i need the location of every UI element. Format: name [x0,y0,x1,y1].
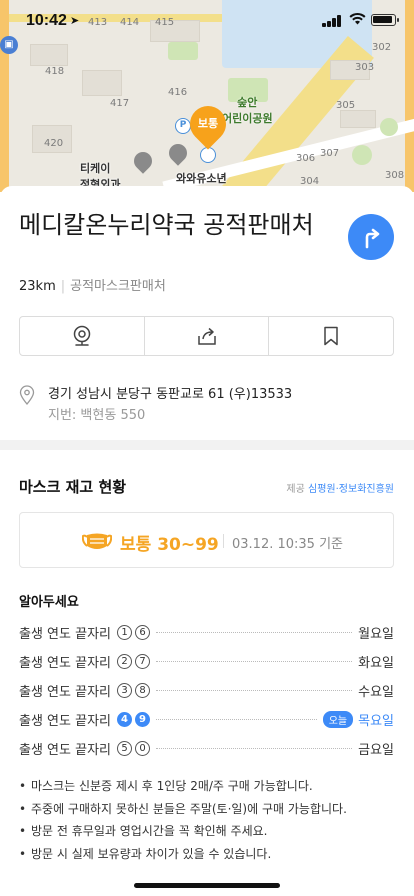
map-green [168,42,198,60]
digit-badge: 6 [135,625,150,640]
dotted-leader [156,661,353,662]
place-meta: 23km | 공적마스크판매처 [19,275,166,294]
home-indicator[interactable] [134,883,280,888]
provider-link[interactable]: 심평원·정보화진흥원 [308,484,394,495]
stock-separator [223,534,224,548]
notice-bullet: 마스크는 신분증 제시 후 1인당 2매/주 구매 가능합니다. [19,775,404,798]
selected-pin-label: 보통 [197,117,219,130]
map-block-number: 307 [320,148,340,159]
map-block [82,70,122,96]
map-block-number: 417 [110,98,130,109]
purchase-day-row: 출생 연도 끝자리 1 6 월요일 [19,618,394,647]
day-label: 월요일 [358,627,394,642]
purchase-day-row-today: 출생 연도 끝자리 4 9 오늘 목요일 [19,705,394,734]
digit-badge-today: 4 [117,712,132,727]
road-address[interactable]: 경기 성남시 분당구 동판교로 61 (우)13533 [48,383,292,402]
dotted-leader [156,748,353,749]
digit-badge: 7 [135,654,150,669]
dotted-leader [156,632,353,633]
row-label: 출생 연도 끝자리 [19,656,111,671]
cctv-button[interactable] [20,317,145,355]
day-label: 금요일 [358,743,394,758]
purchase-day-list: 출생 연도 끝자리 1 6 월요일 출생 연도 끝자리 2 7 화요일 출생 연… [19,618,394,763]
day-label: 화요일 [358,656,394,671]
dotted-leader [156,719,317,720]
row-label: 출생 연도 끝자리 [19,743,111,758]
map-block [30,44,68,66]
signal-icon [322,15,342,27]
digit-badge-today: 9 [135,712,150,727]
row-label: 출생 연도 끝자리 [19,685,111,700]
lot-address: 지번: 백현동 550 [48,408,146,423]
map-block-number: 420 [44,138,64,149]
digit-badge: 3 [117,683,132,698]
digit-badge: 0 [135,741,150,756]
mask-icon [82,533,112,549]
cctv-icon [73,325,91,346]
category-text: 공적마스크판매처 [70,279,166,294]
purchase-day-row: 출생 연도 끝자리 5 0 금요일 [19,734,394,763]
row-label: 출생 연도 끝자리 [19,627,111,642]
map-block-number: 416 [168,87,188,98]
status-bar: 10:42 ➤ [0,0,414,44]
share-icon [197,327,216,345]
purchase-day-row: 출생 연도 끝자리 3 8 수요일 [19,676,394,705]
map-block-number: 306 [296,153,316,164]
map-block-number: 303 [355,62,375,73]
map-block [340,110,376,128]
bookmark-button[interactable] [269,317,393,355]
mask-stock-box: 보통 30~99 03.12. 10:35 기준 [19,512,394,568]
place-title: 메디칼온누리약국 공적판매처 [19,211,314,239]
day-label: 수요일 [358,685,394,700]
bookmark-icon [324,326,338,346]
digit-badge: 2 [117,654,132,669]
distance-text: 23km [19,279,56,294]
day-label-today: 목요일 [358,714,394,729]
digit-badge: 1 [117,625,132,640]
notice-bullet: 방문 전 휴무일과 영업시간을 꼭 확인해 주세요. [19,820,404,843]
digit-badge: 8 [135,683,150,698]
map-green [380,118,398,136]
today-badge: 오늘 [322,711,354,728]
data-provider: 제공 심평원·정보화진흥원 [286,480,394,495]
mask-stock-heading: 마스크 재고 현황 [19,478,127,496]
notice-bullet: 주중에 구매하지 못하신 분들은 주말(토·일)에 구매 가능합니다. [19,798,404,821]
notice-bullets: 마스크는 신분증 제시 후 1인당 2매/주 구매 가능합니다. 주중에 구매하… [19,775,404,865]
digit-badge: 5 [117,741,132,756]
pharmacy-pin-icon[interactable] [130,148,156,174]
status-time: 10:42 [26,12,67,29]
map-green [352,145,372,165]
directions-icon [365,228,380,249]
stock-level: 보통 30~99 [120,535,219,555]
map-block-number: 308 [385,170,405,181]
location-arrow-icon: ➤ [70,14,80,27]
map-block-number: 305 [336,100,356,111]
pharmacy-pin-icon[interactable] [165,140,191,166]
map-block-number: 418 [45,66,65,77]
section-divider [0,440,414,450]
notice-bullet: 방문 시 실제 보유량과 차이가 있을 수 있습니다. [19,843,404,866]
notice-title: 알아두세요 [19,595,79,610]
parking-icon: P [175,118,191,134]
dotted-leader [156,690,353,691]
directions-button[interactable] [348,214,394,260]
wifi-icon [349,12,366,29]
action-bar [19,316,394,356]
location-pin-icon [19,385,35,405]
map-label-park: 숲안 어린이공원 [222,96,273,125]
provider-prefix: 제공 [286,484,305,495]
share-button[interactable] [145,317,270,355]
battery-icon [371,14,399,26]
row-label: 출생 연도 끝자리 [19,714,111,729]
meta-separator: | [60,279,66,294]
stock-timestamp: 03.12. 10:35 기준 [232,537,343,552]
place-detail-sheet: 메디칼온누리약국 공적판매처 23km | 공적마스크판매처 경기 성남시 분당… [0,186,414,896]
purchase-day-row: 출생 연도 끝자리 2 7 화요일 [19,647,394,676]
